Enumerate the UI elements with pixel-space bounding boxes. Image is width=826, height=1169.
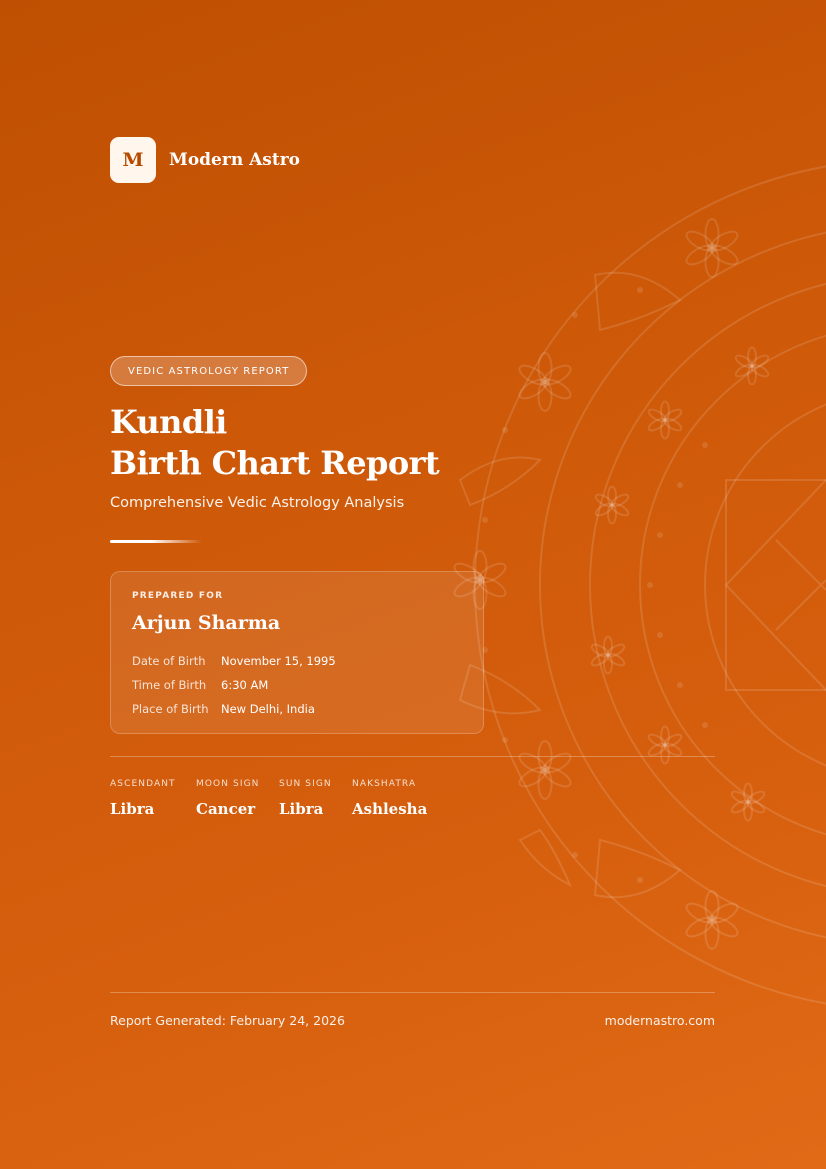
sign-value: Cancer xyxy=(196,800,256,818)
birth-place-row: Place of Birth New Delhi, India xyxy=(132,702,315,716)
report-cover: M Modern Astro VEDIC ASTROLOGY REPORT Ku… xyxy=(0,0,826,1169)
monogram-m-icon: M xyxy=(110,137,156,183)
title-line-2: Birth Chart Report xyxy=(110,444,440,482)
accent-divider xyxy=(110,540,202,543)
sun-sign: SUN SIGN Libra xyxy=(279,779,332,818)
report-type-badge: VEDIC ASTROLOGY REPORT xyxy=(110,356,308,386)
sign-value: Libra xyxy=(279,800,324,818)
footer-divider xyxy=(110,992,715,993)
report-generated-date: Report Generated: February 24, 2026 xyxy=(110,1013,345,1028)
brand-mark-letter: M xyxy=(122,149,144,171)
moon-sign: MOON SIGN Cancer xyxy=(196,779,260,818)
website-url: modernastro.com xyxy=(604,1013,715,1028)
sign-label: ASCENDANT xyxy=(110,779,176,789)
detail-label: Time of Birth xyxy=(132,678,207,692)
title-line-1: Kundli xyxy=(110,403,227,441)
sign-value: Libra xyxy=(110,800,155,818)
birth-time-row: Time of Birth 6:30 AM xyxy=(132,678,268,692)
birth-date-row: Date of Birth November 15, 1995 xyxy=(132,654,336,668)
brand-header: M Modern Astro xyxy=(110,137,300,183)
prepared-for-card: PREPARED FOR Arjun Sharma Date of Birth N… xyxy=(110,571,484,734)
ascendant-sign: ASCENDANT Libra xyxy=(110,779,176,818)
section-divider xyxy=(110,756,715,757)
detail-value: November 15, 1995 xyxy=(221,654,336,668)
brand-name: Modern Astro xyxy=(169,150,301,170)
prepared-for-label: PREPARED FOR xyxy=(132,591,224,601)
sign-label: NAKSHATRA xyxy=(352,779,417,789)
sign-label: SUN SIGN xyxy=(279,779,332,789)
sign-label: MOON SIGN xyxy=(196,779,260,789)
page-subtitle: Comprehensive Vedic Astrology Analysis xyxy=(110,495,405,511)
nakshatra-sign: NAKSHATRA Ashlesha xyxy=(352,779,427,818)
client-name: Arjun Sharma xyxy=(132,612,281,634)
detail-label: Date of Birth xyxy=(132,654,206,668)
page-title: Kundli Birth Chart Report xyxy=(110,402,440,484)
detail-value: 6:30 AM xyxy=(221,678,269,692)
sign-value: Ashlesha xyxy=(352,800,428,818)
detail-value: New Delhi, India xyxy=(221,702,315,716)
detail-label: Place of Birth xyxy=(132,702,209,716)
